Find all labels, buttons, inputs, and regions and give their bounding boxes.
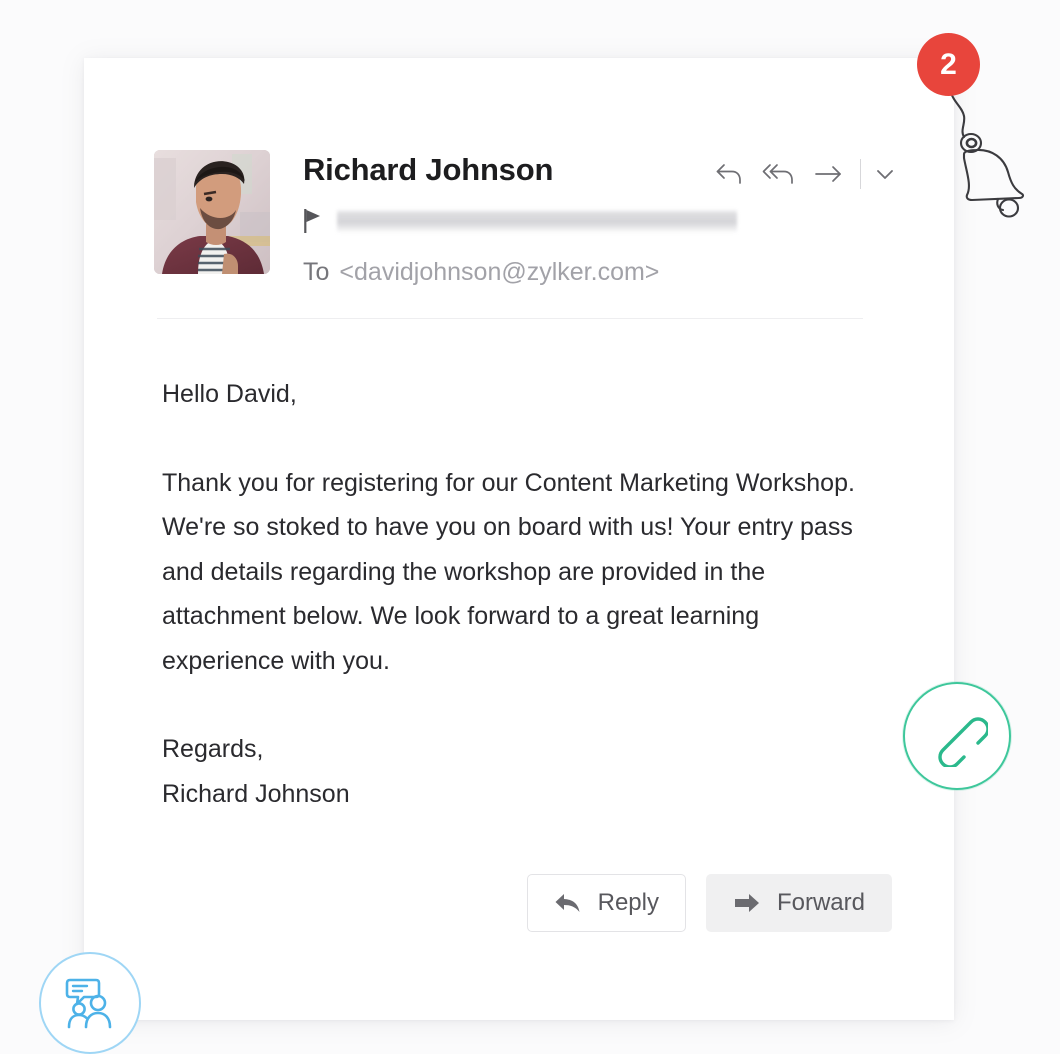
screenshot-stage: Richard Johnson To <davidjohnson@zylker.… [0, 0, 1060, 1054]
recipient-row: To <davidjohnson@zylker.com> [303, 258, 659, 287]
email-body: Hello David, Thank you for registering f… [162, 372, 882, 816]
attachment-link-icon[interactable] [903, 682, 1011, 790]
reply-button[interactable]: Reply [526, 874, 686, 932]
recipient-address: <davidjohnson@zylker.com> [339, 258, 660, 286]
header-action-bar [704, 154, 903, 194]
bell-icon [946, 86, 1058, 220]
notification-badge[interactable]: 2 [917, 33, 980, 96]
subject-redacted-bar [337, 209, 737, 233]
reply-icon[interactable] [704, 154, 754, 194]
header-divider [157, 318, 863, 319]
reply-button-label: Reply [597, 889, 659, 916]
body-signature-name: Richard Johnson [162, 779, 350, 808]
email-action-footer: Reply Forward [84, 874, 954, 932]
subject-row [303, 208, 737, 234]
body-paragraph: Thank you for registering for our Conten… [162, 468, 855, 675]
forward-icon[interactable] [804, 154, 854, 194]
email-card: Richard Johnson To <davidjohnson@zylker.… [84, 58, 954, 1020]
discussion-icon[interactable] [39, 952, 141, 1054]
body-sign-off: Regards, [162, 735, 264, 763]
forward-arrow-icon [733, 891, 761, 915]
email-header: Richard Johnson To <davidjohnson@zylker.… [84, 58, 954, 320]
chevron-down-icon[interactable] [867, 154, 903, 194]
flag-icon[interactable] [303, 208, 323, 234]
sender-name: Richard Johnson [303, 152, 554, 187]
forward-button[interactable]: Forward [705, 874, 892, 932]
to-label: To [303, 258, 330, 286]
reply-arrow-icon [554, 891, 582, 915]
forward-button-label: Forward [776, 889, 865, 916]
body-greeting: Hello David, [162, 380, 297, 408]
avatar [154, 150, 270, 274]
reply-all-icon[interactable] [754, 154, 804, 194]
action-divider [860, 159, 861, 189]
